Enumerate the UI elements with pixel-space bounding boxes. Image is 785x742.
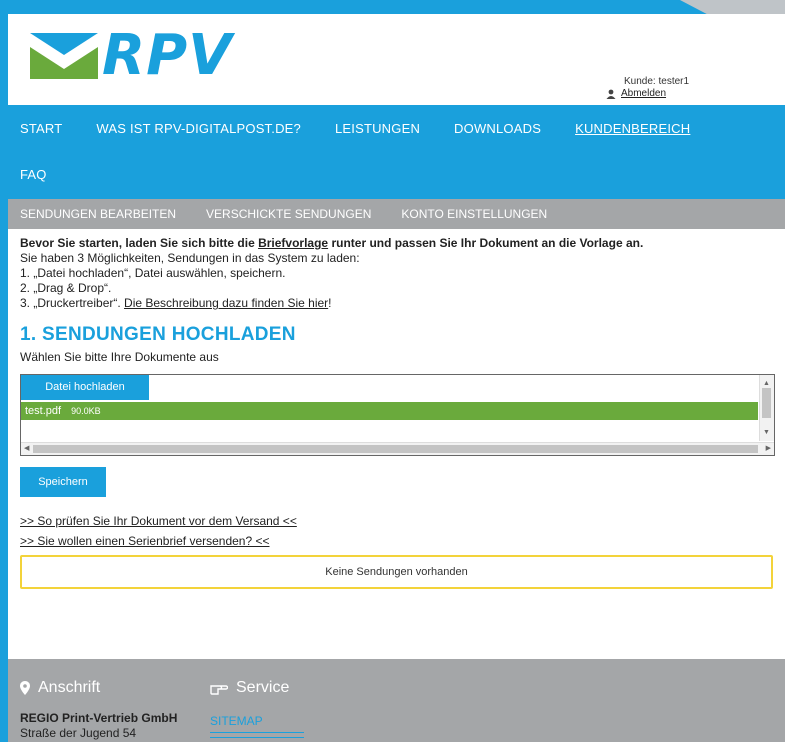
template-link[interactable]: Briefvorlage: [258, 236, 328, 250]
logo[interactable]: RPV: [30, 26, 233, 86]
intro-lead: Bevor Sie starten, laden Sie sich bitte …: [20, 236, 773, 251]
nav-item-about[interactable]: WAS IST RPV-DIGITALPOST.DE?: [96, 121, 301, 136]
hand-pointer-icon: [210, 685, 228, 695]
save-button[interactable]: Speichern: [20, 467, 106, 497]
footer-service-heading: Service: [210, 679, 289, 697]
user-box: Kunde: tester1 Abmelden: [606, 76, 689, 100]
footer-divider: [210, 737, 304, 742]
map-marker-icon: [20, 681, 30, 695]
nav-item-downloads[interactable]: DOWNLOADS: [454, 121, 541, 136]
subnav-item-edit-shipments[interactable]: SENDUNGEN BEARBEITEN: [20, 207, 176, 221]
main-nav-row-2: FAQ: [8, 151, 785, 197]
serial-letter-link[interactable]: >> Sie wollen einen Serienbrief versende…: [20, 531, 773, 551]
file-upload-button[interactable]: Datei hochladen: [21, 375, 149, 400]
footer-address-heading: Anschrift: [20, 679, 100, 697]
intro-line-4: 3. „Druckertreiber“. Die Beschreibung da…: [20, 296, 773, 311]
scroll-down-icon[interactable]: ▼: [763, 425, 770, 440]
vertical-scrollbar[interactable]: ▲ ▼: [759, 375, 774, 441]
main-nav-row-1: START WAS IST RPV-DIGITALPOST.DE? LEISTU…: [8, 105, 785, 151]
customer-label: Kunde: tester1: [624, 76, 690, 87]
service-heading-text: Service: [236, 679, 290, 696]
intro-lead-text: Bevor Sie starten, laden Sie sich bitte …: [20, 236, 259, 250]
subnav-item-sent-shipments[interactable]: VERSCHICKTE SENDUNGEN: [206, 207, 371, 221]
horizontal-scrollbar[interactable]: ◀ ▶: [21, 442, 774, 455]
scroll-left-icon[interactable]: ◀: [24, 443, 29, 455]
subnav-item-account-settings[interactable]: KONTO EINSTELLUNGEN: [401, 207, 547, 221]
description-link[interactable]: Die Beschreibung dazu finden Sie hier: [124, 296, 328, 310]
main-nav: START WAS IST RPV-DIGITALPOST.DE? LEISTU…: [8, 105, 785, 199]
upload-section-title: 1. SENDUNGEN HOCHLADEN: [20, 324, 296, 345]
top-strip: [0, 0, 785, 14]
company-name: REGIO Print-Vertrieb GmbH: [20, 711, 178, 725]
nav-item-customer-area[interactable]: KUNDENBEREICH: [575, 121, 690, 136]
upload-subtitle: Wählen Sie bitte Ihre Dokumente aus: [20, 350, 219, 364]
envelope-logo-icon: [30, 33, 98, 79]
horizontal-scroll-thumb[interactable]: [33, 445, 758, 453]
upload-dropzone[interactable]: Datei hochladen test.pdf 90.0KB ▲ ▼ ◀ ▶: [20, 374, 775, 456]
vertical-scroll-thumb[interactable]: [762, 388, 771, 418]
logo-text: RPV: [102, 23, 233, 88]
intro-line-4-end: !: [328, 296, 332, 310]
check-document-link[interactable]: >> So prüfen Sie Ihr Dokument vor dem Ve…: [20, 511, 773, 531]
address-heading-text: Anschrift: [38, 679, 101, 696]
sitemap-link[interactable]: SITEMAP: [210, 714, 304, 733]
scroll-right-icon[interactable]: ▶: [766, 443, 771, 455]
main-content: Bevor Sie starten, laden Sie sich bitte …: [8, 229, 785, 589]
nav-item-faq[interactable]: FAQ: [20, 167, 47, 182]
footer-address: REGIO Print-Vertrieb GmbH Straße der Jug…: [20, 711, 177, 741]
logout-row: Abmelden: [606, 88, 689, 100]
intro-line-1: Sie haben 3 Möglichkeiten, Sendungen in …: [20, 251, 360, 265]
user-icon: [606, 89, 616, 99]
logout-link[interactable]: Abmelden: [621, 88, 666, 100]
intro-line-4-text: 3. „Druckertreiber“.: [20, 296, 125, 310]
help-links: >> So prüfen Sie Ihr Dokument vor dem Ve…: [20, 511, 773, 551]
page: RPV Kunde: tester1 Abmelden START WAS IS…: [8, 14, 785, 742]
nav-item-services[interactable]: LEISTUNGEN: [335, 121, 420, 136]
nav-item-start[interactable]: START: [20, 121, 62, 136]
footer: Anschrift Service REGIO Print-Vertrieb G…: [8, 659, 785, 742]
file-name: test.pdf: [25, 404, 62, 417]
street: Straße der Jugend 54: [20, 726, 137, 740]
intro-lead-text-end: runter und passen Sie Ihr Dokument an di…: [328, 236, 644, 250]
no-shipments-notice: Keine Sendungen vorhanden: [20, 555, 773, 589]
intro-line-3: 2. „Drag & Drop“.: [20, 281, 112, 295]
header: RPV Kunde: tester1 Abmelden: [8, 14, 785, 105]
file-size: 90.0KB: [71, 405, 101, 416]
intro-line-2: 1. „Datei hochladen“, Datei auswählen, s…: [20, 266, 286, 280]
sub-nav: SENDUNGEN BEARBEITEN VERSCHICKTE SENDUNG…: [8, 199, 785, 229]
file-list-item[interactable]: test.pdf 90.0KB: [21, 402, 758, 420]
